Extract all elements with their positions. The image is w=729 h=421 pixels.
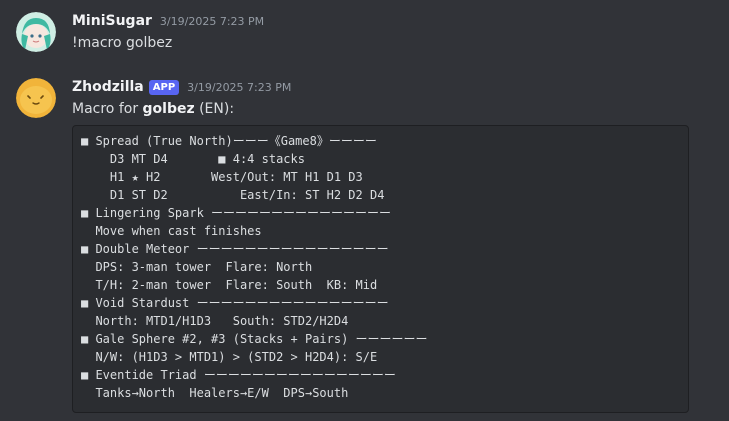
username[interactable]: MiniSugar [72,13,152,29]
code-line: ■ Lingering Spark ーーーーーーーーーーーーーーー [81,206,392,220]
code-line: ■ Spread (True North)ーーー《Game8》ーーーー [81,134,377,148]
timestamp: 3/19/2025 7:23 PM [159,14,265,28]
code-line: ■ Void Stardust ーーーーーーーーーーーーーーーー [81,296,389,310]
code-line: T/H: 2-man tower Flare: South KB: Mid [81,278,378,292]
code-line: N/W: (H1D3 > MTD1) > (STD2 > H2D4): S/E [81,350,378,364]
app-badge: APP [148,79,180,95]
message-text-suffix: (EN): [194,101,235,117]
code-line: DPS: 3-man tower Flare: North [81,260,313,274]
code-line: D1 ST D2 East/In: ST H2 D2 D4 [81,188,385,202]
code-line: Move when cast finishes [81,224,262,238]
username[interactable]: Zhodzilla [72,79,144,95]
chat-log: MiniSugar 3/19/2025 7:23 PM !macro golbe… [0,0,729,421]
macro-name: golbez [142,101,195,117]
code-line: D3 MT D4 ■ 4:4 stacks [81,152,305,166]
code-line: ■ Gale Sphere #2, #3 (Stacks + Pairs) ーー… [81,332,428,346]
code-line: ■ Double Meteor ーーーーーーーーーーーーーーーー [81,242,389,256]
message-text: !macro golbez [72,35,173,51]
code-block: ■ Spread (True North)ーーー《Game8》ーーーー D3 M… [72,125,689,413]
code-line: North: MTD1/H1D3 South: STD2/H2D4 [81,314,349,328]
timestamp: 3/19/2025 7:23 PM [187,80,292,94]
avatar[interactable] [16,12,56,52]
message-text: Macro for golbez (EN): [72,98,709,120]
avatar[interactable] [16,78,56,118]
code-line: H1 ★ H2 West/Out: MT H1 D1 D3 [81,170,363,184]
code-line: ■ Eventide Triad ーーーーーーーーーーーーーーーー [81,368,396,382]
code-line: Tanks→North Healers→E/W DPS→South [81,386,349,400]
message-text-prefix: Macro for [72,101,143,117]
